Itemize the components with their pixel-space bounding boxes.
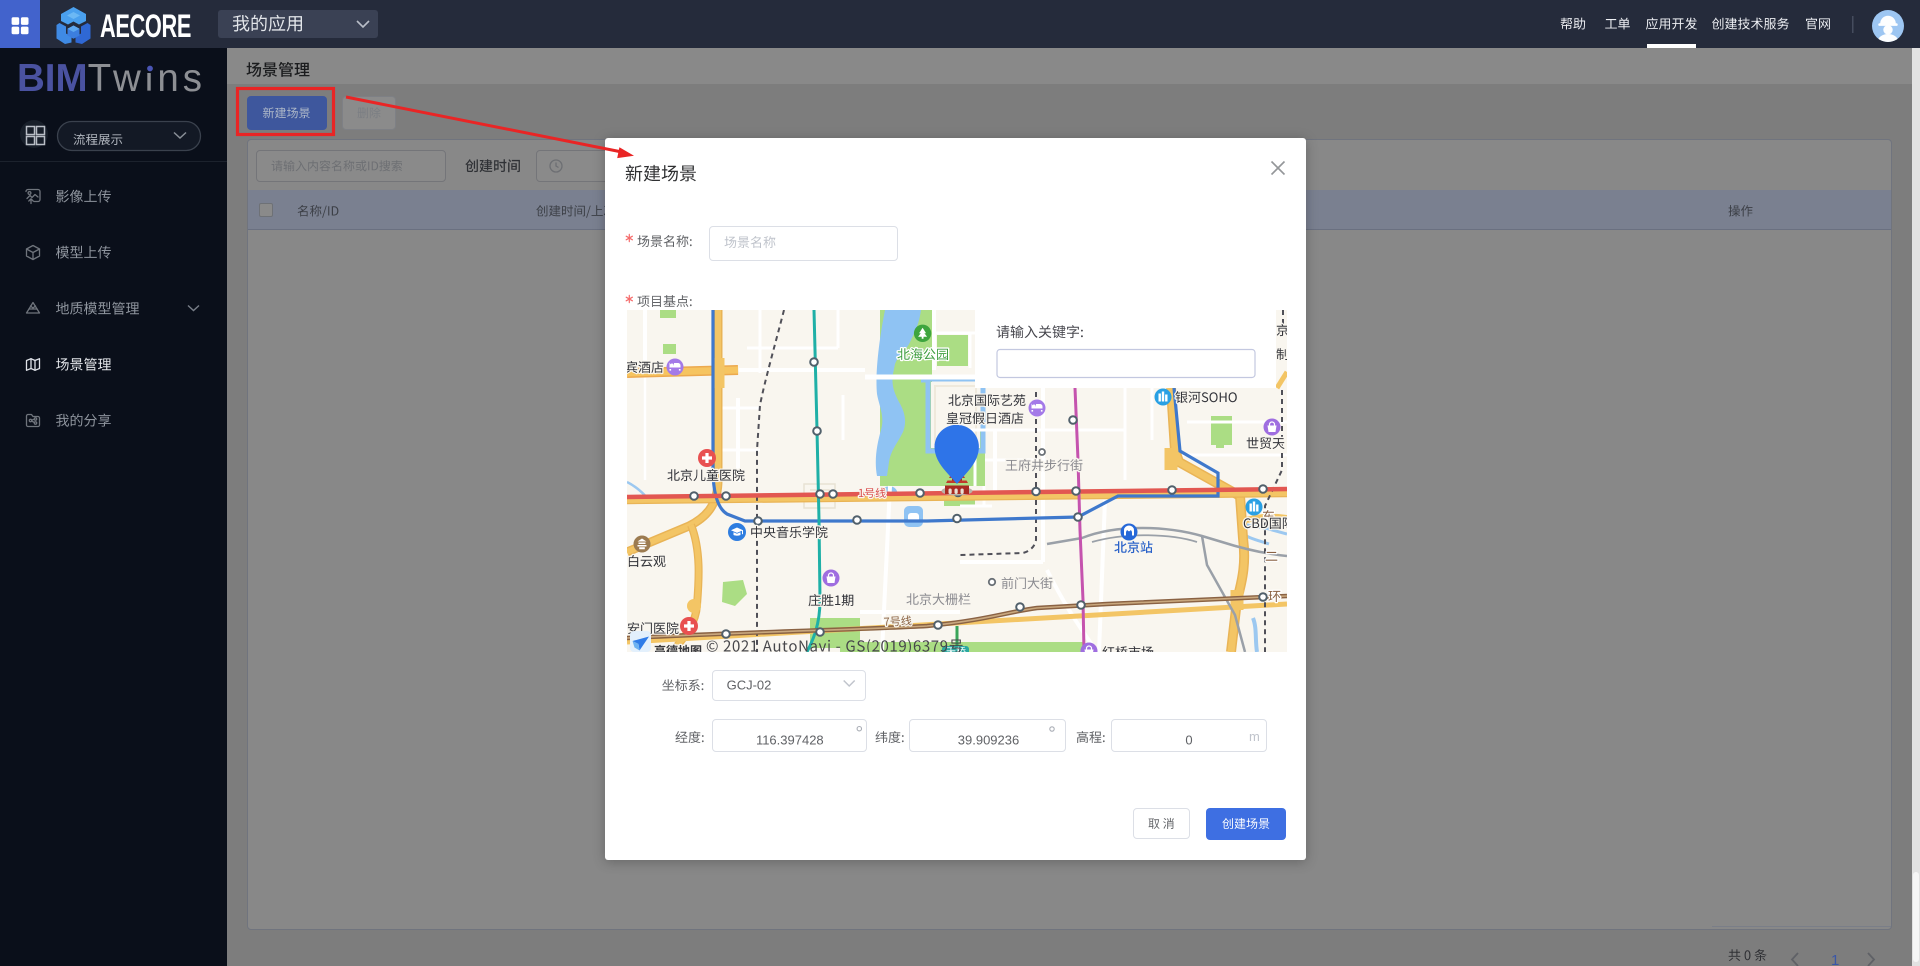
- svg-text:116.397428: 116.397428: [756, 732, 824, 747]
- svg-text:GCJ-02: GCJ-02: [727, 678, 772, 693]
- svg-text:0: 0: [1185, 732, 1192, 747]
- svg-text:39.909236: 39.909236: [958, 732, 1019, 747]
- svg-text:1: 1: [1831, 952, 1839, 966]
- svg-text:m: m: [1249, 729, 1260, 744]
